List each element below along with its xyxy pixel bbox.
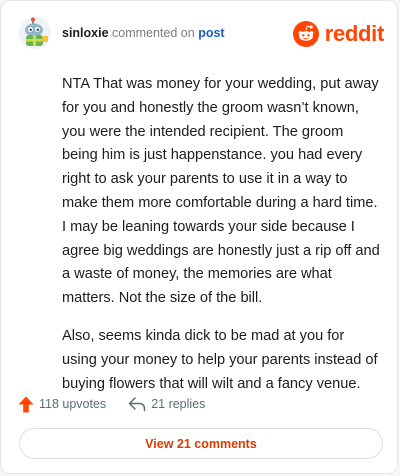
- comment-paragraph-2: Also, seems kinda dick to be mad at you …: [62, 327, 378, 392]
- reply-arrow-icon: [128, 397, 146, 412]
- reply-count: 21 replies: [151, 397, 206, 411]
- upvote-arrow-icon: [18, 396, 34, 412]
- comment-footer: 118 upvotes 21 replies: [18, 393, 205, 415]
- comment-meta: sinloxie commented on post: [62, 26, 225, 40]
- comment-header: sinloxie commented on post reddit: [18, 16, 384, 52]
- reddit-logo-icon: [292, 21, 319, 47]
- view-comments-button[interactable]: View 21 comments: [19, 428, 383, 459]
- username[interactable]: sinloxie: [62, 26, 109, 40]
- action-text: commented on: [112, 26, 195, 40]
- reddit-wordmark: reddit: [324, 21, 385, 46]
- upvote-count: 118 upvotes: [39, 397, 107, 411]
- comment-card: sinloxie commented on post reddit NTA Th…: [0, 0, 398, 474]
- upvote-stat[interactable]: 118 upvotes: [18, 396, 106, 413]
- avatar[interactable]: [18, 16, 52, 50]
- comment-paragraph-1: NTA That was money for your wedding, put…: [62, 76, 380, 307]
- reddit-brand[interactable]: reddit: [292, 20, 385, 48]
- reply-stat[interactable]: 21 replies: [128, 396, 205, 412]
- post-link[interactable]: post: [198, 26, 224, 40]
- comment-body: NTA That was money for your wedding, put…: [62, 73, 380, 410]
